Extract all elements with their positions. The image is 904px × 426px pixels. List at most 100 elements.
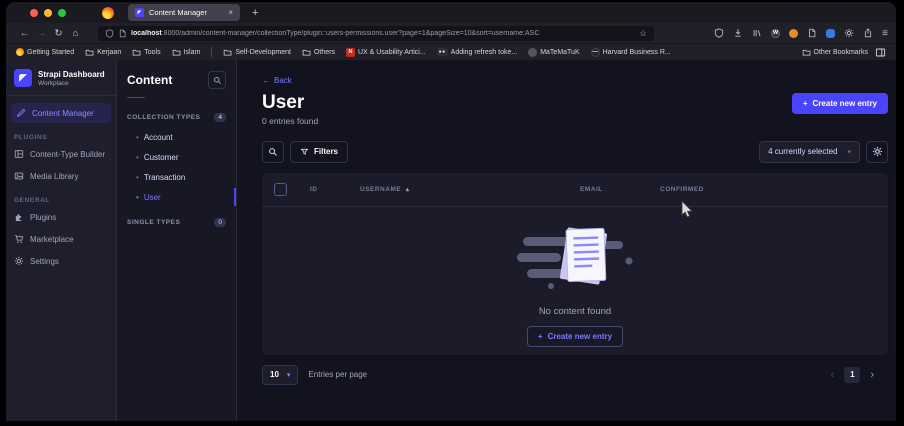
subnav-title: Content bbox=[127, 73, 173, 87]
sidebar-toggle-icon[interactable] bbox=[875, 47, 886, 58]
column-header-confirmed[interactable]: CONFIRMED bbox=[660, 186, 876, 193]
library-icon[interactable] bbox=[752, 28, 762, 38]
workspace-subtitle: Workplace bbox=[38, 79, 69, 87]
close-window-button[interactable] bbox=[30, 8, 38, 17]
empty-state-message: No content found bbox=[538, 305, 612, 317]
bookmark-ux-usability[interactable]: N UX & Usability Artici... bbox=[345, 47, 426, 57]
strapi-logo-icon bbox=[14, 69, 32, 87]
bullet-icon: • bbox=[136, 132, 139, 142]
single-types-label: SINGLE TYPES bbox=[127, 219, 181, 226]
site-hbr-icon: — bbox=[590, 47, 600, 57]
extension-page-icon[interactable] bbox=[807, 28, 817, 38]
bookmark-harvard-business[interactable]: — Harvard Business R... bbox=[590, 47, 671, 57]
bullet-icon: • bbox=[136, 192, 139, 202]
workspace-title: Strapi Dashboard bbox=[38, 69, 105, 79]
browser-tab[interactable]: Content Manager × bbox=[128, 4, 240, 21]
firefox-icon[interactable] bbox=[102, 6, 114, 19]
reload-button[interactable]: ↻ bbox=[50, 28, 67, 39]
fields-selected-dropdown[interactable]: 4 currently selected ▾ bbox=[759, 140, 860, 163]
column-header-username[interactable]: USERNAME ▴ bbox=[360, 186, 580, 193]
pagination-bar: 10 ▾ Entries per page ‹ 1 › bbox=[262, 364, 888, 385]
subnav-item-transaction[interactable]: • Transaction bbox=[117, 167, 236, 187]
filters-button[interactable]: Filters bbox=[290, 140, 349, 163]
workspace-brand[interactable]: Strapi Dashboard Workplace bbox=[6, 60, 116, 95]
sidebar-item-content-manager[interactable]: Content Manager bbox=[11, 103, 111, 123]
bookmark-star-icon[interactable]: ☆ bbox=[639, 28, 647, 39]
bookmarks-separator bbox=[211, 47, 213, 57]
chevron-down-icon: ▾ bbox=[847, 148, 851, 156]
subnav-item-account[interactable]: • Account bbox=[117, 127, 236, 147]
back-arrow-icon: ← bbox=[262, 76, 270, 85]
bookmark-folder-tools[interactable]: Tools bbox=[132, 48, 161, 57]
subnav-item-customer[interactable]: • Customer bbox=[117, 147, 236, 167]
url-text[interactable]: localhost:8000/admin/content-manager/col… bbox=[131, 30, 635, 37]
empty-state: No content found + Create new entry bbox=[262, 207, 888, 347]
table-settings-button[interactable] bbox=[866, 140, 888, 163]
previous-page-button[interactable]: ‹ bbox=[831, 369, 835, 381]
downloads-icon[interactable] bbox=[733, 28, 743, 38]
bookmark-folder-self-development[interactable]: Self-Development bbox=[223, 48, 291, 57]
url-host: localhost bbox=[131, 29, 162, 37]
back-button[interactable]: ← bbox=[16, 28, 33, 39]
url-bar[interactable]: localhost:8000/admin/content-manager/col… bbox=[98, 25, 654, 41]
next-page-button[interactable]: › bbox=[870, 369, 874, 381]
bookmark-folder-others[interactable]: Others bbox=[302, 48, 335, 57]
main-content: ← Back User 0 entries found + Create new… bbox=[237, 60, 896, 421]
select-all-checkbox[interactable] bbox=[274, 182, 287, 196]
extension-w-icon[interactable]: W bbox=[771, 28, 781, 38]
puzzle-icon bbox=[14, 212, 24, 222]
media-icon bbox=[14, 171, 24, 181]
subnav-item-user[interactable]: • User bbox=[117, 187, 236, 207]
sidebar-item-marketplace[interactable]: Marketplace bbox=[6, 228, 116, 250]
page-size-select[interactable]: 10 ▾ bbox=[262, 364, 299, 385]
other-bookmarks-button[interactable]: Other Bookmarks bbox=[802, 48, 868, 57]
bookmark-folder-islam[interactable]: Islam bbox=[172, 48, 200, 57]
sidebar-item-content-type-builder[interactable]: Content-Type Builder bbox=[6, 143, 116, 165]
column-header-id[interactable]: ID bbox=[310, 186, 360, 193]
filter-icon bbox=[300, 147, 309, 156]
search-icon bbox=[213, 76, 222, 85]
extension-orange-icon[interactable] bbox=[789, 28, 799, 38]
bookmark-matematuk[interactable]: MaTeMaTuK bbox=[528, 47, 580, 57]
navigation-toolbar: ← → ↻ ⌂ localhost:8000/admin/content-man… bbox=[6, 23, 896, 43]
tab-close-icon[interactable]: × bbox=[228, 8, 233, 17]
new-tab-button[interactable]: + bbox=[252, 7, 258, 19]
subnav-search-button[interactable] bbox=[208, 71, 226, 89]
home-button[interactable]: ⌂ bbox=[67, 28, 84, 39]
collection-types-count-badge: 4 bbox=[214, 113, 226, 122]
empty-create-new-entry-button[interactable]: + Create new entry bbox=[526, 325, 624, 347]
site-dots-icon: ●● bbox=[436, 48, 448, 56]
folder-icon bbox=[223, 48, 232, 57]
site-info-icon[interactable] bbox=[118, 29, 127, 38]
back-link[interactable]: ← Back bbox=[262, 76, 292, 85]
share-icon[interactable] bbox=[863, 28, 873, 38]
search-entries-button[interactable] bbox=[262, 140, 284, 163]
site-gray-icon bbox=[528, 47, 538, 57]
firefox-flame-icon bbox=[16, 48, 24, 56]
forward-button[interactable]: → bbox=[33, 28, 50, 39]
bookmark-folder-kerjaan[interactable]: Kerjaan bbox=[85, 48, 121, 57]
column-header-email[interactable]: EMAIL bbox=[580, 186, 660, 193]
collection-types-label: COLLECTION TYPES bbox=[127, 114, 201, 121]
sidebar-item-media-library[interactable]: Media Library bbox=[6, 165, 116, 187]
mouse-cursor bbox=[681, 201, 693, 219]
create-new-entry-button[interactable]: + Create new entry bbox=[791, 93, 888, 114]
url-path: :8000/admin/content-manager/collectionTy… bbox=[161, 29, 540, 37]
extension-shield-icon[interactable] bbox=[714, 28, 724, 38]
browser-window: Content Manager × + ← → ↻ ⌂ localhost:80… bbox=[6, 2, 896, 421]
tracking-shield-icon[interactable] bbox=[105, 29, 114, 38]
window-controls bbox=[6, 8, 78, 17]
table-header-row: ID USERNAME ▴ EMAIL CONFIRMED bbox=[262, 173, 888, 206]
extension-gear-icon[interactable] bbox=[844, 28, 854, 38]
maximize-window-button[interactable] bbox=[58, 8, 66, 17]
folder-icon bbox=[132, 48, 141, 57]
menu-icon[interactable]: ≡ bbox=[882, 28, 888, 39]
bookmark-getting-started[interactable]: Getting Started bbox=[16, 48, 74, 56]
sidebar-item-settings[interactable]: Settings bbox=[6, 250, 116, 272]
bookmark-adding-refresh[interactable]: ●● Adding refresh toke... bbox=[436, 48, 517, 56]
current-page-button[interactable]: 1 bbox=[844, 366, 861, 383]
minimize-window-button[interactable] bbox=[44, 8, 52, 17]
extension-blue-icon[interactable] bbox=[826, 28, 836, 38]
sidebar-item-plugins[interactable]: Plugins bbox=[6, 206, 116, 228]
table-actionbar: Filters 4 currently selected ▾ bbox=[262, 140, 888, 163]
